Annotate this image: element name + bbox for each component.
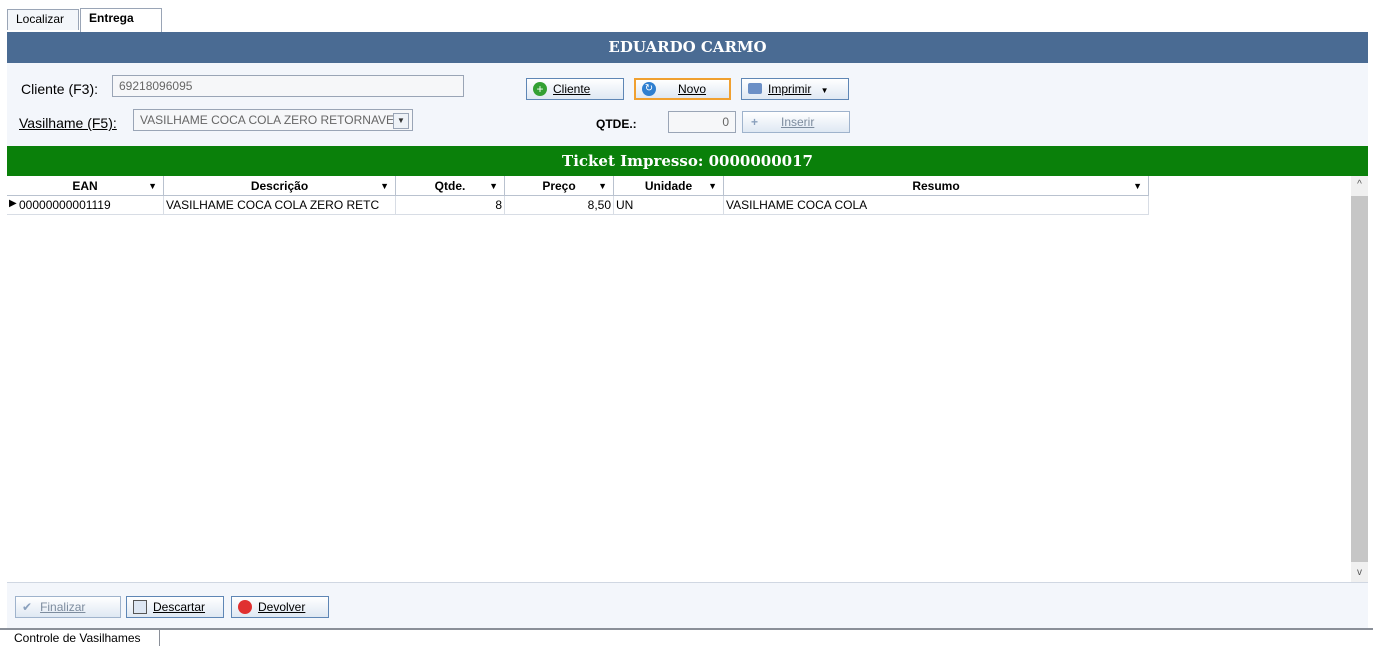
- qtde-label: QTDE.:: [596, 117, 637, 131]
- tab-strip: Localizar Entrega: [0, 0, 1373, 32]
- tab-localizar[interactable]: Localizar: [7, 9, 79, 30]
- footer-panel: ✔ Finalizar Descartar Devolver: [7, 582, 1368, 629]
- stop-icon: [238, 599, 252, 614]
- chevron-down-icon[interactable]: ▼: [393, 113, 409, 129]
- customer-name-header: EDUARDO CARMO: [7, 32, 1368, 63]
- qtde-field[interactable]: 0: [668, 111, 736, 133]
- column-header-preco[interactable]: Preço ▼: [505, 176, 614, 196]
- cliente-label: Cliente (F3):: [21, 81, 99, 97]
- plus-icon: +: [751, 115, 759, 129]
- vasilhame-selected-value: VASILHAME COCA COLA ZERO RETORNAVEL: [140, 113, 401, 127]
- column-header-resumo[interactable]: Resumo ▼: [724, 176, 1149, 196]
- inserir-button[interactable]: + Inserir: [742, 111, 850, 133]
- scroll-up-icon[interactable]: ^: [1351, 176, 1368, 194]
- finalizar-button[interactable]: ✔ Finalizar: [15, 596, 121, 618]
- cell-ean: 00000000001119: [7, 196, 164, 215]
- items-grid: EAN ▼ Descrição ▼ Qtde. ▼ Preço ▼ Unidade ▼ R…: [7, 176, 1368, 582]
- scrollbar-thumb[interactable]: [1351, 196, 1368, 562]
- tab-entrega[interactable]: Entrega: [80, 8, 162, 32]
- filter-arrow-icon: ▼: [1133, 181, 1142, 191]
- ticket-status-bar: Ticket Impresso: 0000000017: [7, 146, 1368, 176]
- filter-arrow-icon: ▼: [380, 181, 389, 191]
- dropdown-arrow-icon[interactable]: ▼: [821, 86, 829, 95]
- filter-arrow-icon: ▼: [708, 181, 717, 191]
- cliente-field[interactable]: 69218096095: [112, 75, 464, 97]
- cell-preco: 8,50: [505, 196, 614, 215]
- status-bar: Controle de Vasilhames: [0, 628, 1373, 648]
- imprimir-button[interactable]: Imprimir ▼: [741, 78, 849, 100]
- column-header-ean[interactable]: EAN ▼: [7, 176, 164, 196]
- discard-icon: [133, 599, 147, 614]
- novo-button[interactable]: ↻ Novo: [634, 78, 731, 100]
- vasilhame-select[interactable]: VASILHAME COCA COLA ZERO RETORNAVEL ▼: [133, 109, 413, 131]
- form-panel: Cliente (F3): 69218096095 Vasilhame (F5)…: [7, 63, 1368, 146]
- cell-qtde: 8: [396, 196, 505, 215]
- checkmark-icon: ✔: [22, 600, 33, 614]
- cell-descricao: VASILHAME COCA COLA ZERO RETC: [164, 196, 396, 215]
- filter-arrow-icon: ▼: [148, 181, 157, 191]
- column-header-unidade[interactable]: Unidade ▼: [614, 176, 724, 196]
- filter-arrow-icon: ▼: [598, 181, 607, 191]
- filter-arrow-icon: ▼: [489, 181, 498, 191]
- printer-icon: [748, 83, 762, 95]
- scroll-down-icon[interactable]: v: [1351, 564, 1368, 582]
- status-tab[interactable]: Controle de Vasilhames: [7, 630, 160, 646]
- plus-circle-icon: +: [533, 81, 547, 96]
- refresh-icon: ↻: [642, 81, 656, 96]
- cell-unidade: UN: [614, 196, 724, 215]
- cliente-button[interactable]: + Cliente: [526, 78, 624, 100]
- column-header-qtde[interactable]: Qtde. ▼: [396, 176, 505, 196]
- vertical-scrollbar[interactable]: ^ v: [1351, 176, 1368, 582]
- column-header-descricao[interactable]: Descrição ▼: [164, 176, 396, 196]
- vasilhame-label: Vasilhame (F5):: [19, 115, 117, 131]
- cell-resumo: VASILHAME COCA COLA: [724, 196, 1149, 215]
- descartar-button[interactable]: Descartar: [126, 596, 224, 618]
- devolver-button[interactable]: Devolver: [231, 596, 329, 618]
